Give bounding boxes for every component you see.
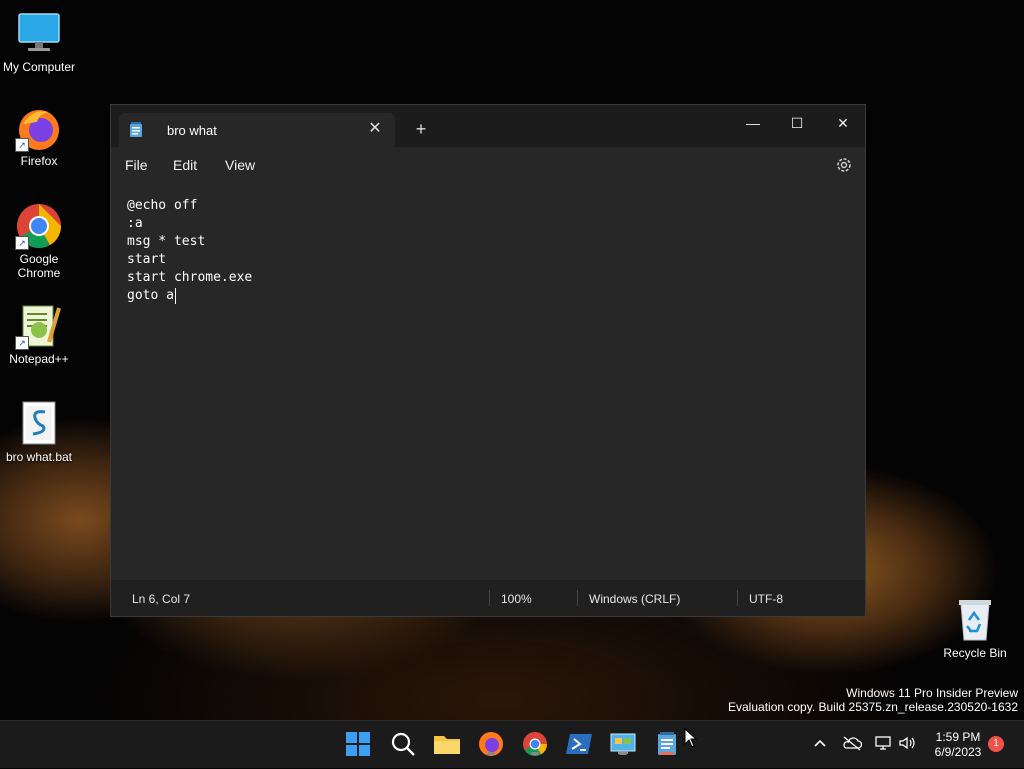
code-line: @echo off xyxy=(127,198,198,213)
code-line-last: goto a xyxy=(127,287,849,305)
desktop-icon-notepadpp[interactable]: ↗ Notepad++ xyxy=(0,302,78,366)
start-button[interactable] xyxy=(343,729,373,759)
running-indicator xyxy=(619,752,627,755)
running-indicator xyxy=(487,752,495,755)
taskbar: 1:59 PM 6/9/2023 xyxy=(0,720,1024,768)
batch-file-icon xyxy=(15,400,63,448)
folder-icon xyxy=(434,736,460,754)
watermark-line: Windows 11 Pro Insider Preview xyxy=(846,686,1018,700)
recycle-bin-icon xyxy=(951,596,999,644)
taskbar-control-panel[interactable] xyxy=(608,729,638,759)
chrome-icon: ↗ xyxy=(15,202,63,250)
menu-view[interactable]: View xyxy=(225,157,255,173)
tab-bro-what[interactable]: bro what ✕ xyxy=(119,113,395,147)
desktop-icon-label: Notepad++ xyxy=(9,352,69,366)
taskbar-file-explorer[interactable] xyxy=(432,729,462,759)
clock[interactable]: 1:59 PM 6/9/2023 xyxy=(928,730,988,760)
clock-date: 6/9/2023 xyxy=(934,745,982,759)
taskbar-firefox[interactable] xyxy=(476,729,506,759)
desktop-icon-label-line: Google xyxy=(19,252,59,266)
desktop-icon-label: bro what.bat xyxy=(5,450,73,464)
minimize-button[interactable]: — xyxy=(731,109,775,137)
code-line: start xyxy=(127,252,167,267)
notepad-window[interactable]: bro what ✕ + — ☐ ✕ File Edit View @echo … xyxy=(110,104,866,617)
close-tab-button[interactable]: ✕ xyxy=(365,119,385,139)
code-line: :a xyxy=(127,216,143,231)
show-hidden-icons-chevron-icon[interactable] xyxy=(812,735,828,751)
running-indicator xyxy=(531,752,539,755)
search-icon xyxy=(391,732,415,756)
desktop-icon-label: My Computer xyxy=(2,60,76,74)
line-ending[interactable]: Windows (CRLF) xyxy=(589,592,680,606)
desktop-icon-label: Google Chrome xyxy=(0,252,78,280)
evaluation-watermark: Windows 11 Pro Insider Preview Evaluatio… xyxy=(728,686,1018,714)
desktop-icon-label: Firefox xyxy=(20,154,58,168)
desktop-icon-label-line: Chrome xyxy=(17,266,61,280)
status-divider xyxy=(577,590,578,606)
clock-time: 1:59 PM xyxy=(935,730,981,744)
notification-badge[interactable]: 1 xyxy=(988,736,1004,752)
monitor-icon xyxy=(15,10,63,58)
desktop-icon-my-computer[interactable]: My Computer xyxy=(0,10,78,74)
taskbar-chrome[interactable] xyxy=(520,729,550,759)
desktop-icon-recycle-bin[interactable]: Recycle Bin xyxy=(936,596,1014,660)
windows-logo-icon xyxy=(346,732,370,756)
menu-edit[interactable]: Edit xyxy=(173,157,197,173)
desktop-icon-label: Recycle Bin xyxy=(943,646,1007,660)
mouse-pointer-icon xyxy=(684,727,698,748)
maximize-button[interactable]: ☐ xyxy=(775,109,819,137)
tab-title: bro what xyxy=(167,123,217,138)
taskbar-powershell[interactable] xyxy=(564,729,594,759)
active-indicator xyxy=(660,752,674,755)
code-line-text: goto a xyxy=(127,288,174,303)
network-icon[interactable] xyxy=(874,735,892,751)
code-line: start chrome.exe xyxy=(127,270,253,285)
shortcut-arrow-icon: ↗ xyxy=(15,236,29,250)
settings-gear-icon[interactable] xyxy=(835,156,853,174)
title-bar[interactable]: bro what ✕ + — ☐ ✕ xyxy=(111,105,865,147)
encoding[interactable]: UTF-8 xyxy=(749,592,783,606)
status-divider xyxy=(489,590,490,606)
search-button[interactable] xyxy=(388,729,418,759)
shortcut-arrow-icon: ↗ xyxy=(15,336,29,350)
status-divider xyxy=(737,590,738,606)
volume-icon[interactable] xyxy=(898,735,916,751)
code-line: msg * test xyxy=(127,234,206,249)
powershell-icon xyxy=(566,734,592,754)
text-caret xyxy=(174,287,176,304)
notepad-icon xyxy=(129,122,143,138)
menu-file[interactable]: File xyxy=(125,157,148,173)
text-editor[interactable]: @echo off :a msg * test start start chro… xyxy=(111,183,865,580)
shortcut-arrow-icon: ↗ xyxy=(15,138,29,152)
notepadpp-icon: ↗ xyxy=(15,302,63,350)
desktop-icon-firefox[interactable]: ↗ Firefox xyxy=(0,104,78,168)
desktop-icon-label-line: Google Chrome xyxy=(0,252,78,280)
onedrive-offline-icon[interactable] xyxy=(842,735,863,751)
close-window-button[interactable]: ✕ xyxy=(821,109,865,137)
desktop-icon-chrome[interactable]: ↗ Google Chrome xyxy=(0,202,78,280)
status-bar: Ln 6, Col 7 100% Windows (CRLF) UTF-8 xyxy=(111,580,865,616)
menu-bar: File Edit View xyxy=(111,147,865,183)
firefox-icon: ↗ xyxy=(15,104,63,152)
cursor-position[interactable]: Ln 6, Col 7 xyxy=(132,592,190,606)
zoom-level[interactable]: 100% xyxy=(501,592,532,606)
new-tab-button[interactable]: + xyxy=(411,119,431,139)
desktop-icon-bro-what-bat[interactable]: bro what.bat xyxy=(0,400,78,464)
watermark-line: Evaluation copy. Build 25375.zn_release.… xyxy=(728,700,1018,714)
taskbar-notepad[interactable] xyxy=(652,729,682,759)
